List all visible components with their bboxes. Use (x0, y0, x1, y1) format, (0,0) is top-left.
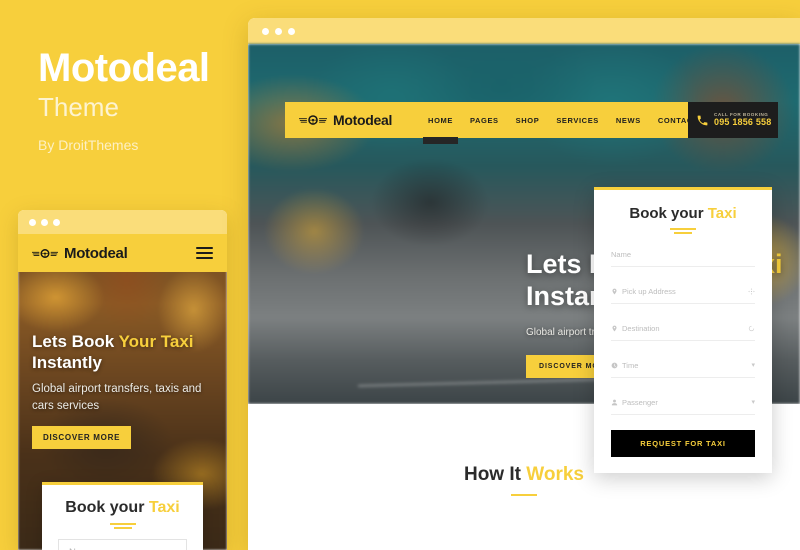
mobile-hero-heading-accent: Your Taxi (118, 332, 194, 351)
desktop-logo-text: Motodeal (333, 112, 393, 128)
booking-field-name[interactable]: Name (611, 242, 755, 267)
promo-subtitle: Theme (38, 92, 119, 122)
desktop-viewport: Motodeal HOME PAGES SHOP SERVICES NEWS C… (248, 44, 800, 550)
desktop-booking-title-part1: Book your (629, 205, 708, 222)
mobile-browser-chrome (18, 210, 227, 234)
desktop-title-divider (670, 228, 696, 234)
map-pin-icon (612, 288, 617, 294)
chevron-down-icon[interactable]: ▾ (751, 398, 755, 406)
map-pin-icon (612, 325, 617, 331)
desktop-nav-menu: HOME PAGES SHOP SERVICES NEWS CONTACT (423, 105, 698, 144)
circle-icon[interactable] (748, 325, 755, 332)
promo-title: Motodeal (38, 46, 210, 90)
mobile-hero-heading-part2: Instantly (32, 352, 102, 372)
call-text-block: CALL FOR BOOKING 095 1856 558 (714, 112, 771, 129)
desktop-booking-card: Book your Taxi Name Pick up Address Dest… (594, 187, 772, 473)
booking-field-name-label: Name (611, 250, 631, 259)
mobile-booking-title-part1: Book your (65, 499, 149, 516)
desktop-logo[interactable]: Motodeal (299, 112, 392, 128)
user-icon (611, 399, 618, 405)
mobile-booking-title-accent: Taxi (148, 499, 180, 516)
how-it-works-divider (511, 494, 537, 496)
mobile-navbar: Motodeal (18, 234, 227, 272)
promo-byline: By DroitThemes (38, 137, 139, 154)
chevron-down-icon[interactable]: ▾ (751, 361, 755, 369)
nav-item-home[interactable]: HOME (423, 105, 458, 144)
call-for-booking-block[interactable]: CALL FOR BOOKING 095 1856 558 (688, 102, 778, 138)
mobile-hero-heading: Lets Book Your Taxi Instantly (32, 332, 213, 373)
booking-field-pickup-label: Pick up Address (611, 287, 676, 296)
booking-field-time-placeholder: Time (622, 360, 639, 370)
desktop-booking-title-accent: Taxi (707, 205, 737, 222)
booking-field-passenger-label: Passenger (611, 398, 658, 407)
mobile-logo[interactable]: Motodeal (32, 244, 128, 262)
mobile-mockup: Motodeal Lets Book Your Taxi Instantly G… (18, 210, 227, 550)
booking-field-name-placeholder: Name (611, 249, 632, 259)
mobile-hero-heading-part1: Lets Book (32, 332, 119, 351)
booking-field-passenger[interactable]: Passenger ▾ (611, 390, 755, 415)
booking-field-destination-label: Destination (611, 324, 660, 333)
hamburger-menu-icon[interactable] (196, 247, 213, 259)
chrome-dot-icon[interactable] (288, 27, 295, 35)
how-it-works-title-accent: Works (526, 464, 584, 485)
booking-field-destination[interactable]: Destination (611, 316, 755, 341)
booking-field-pickup[interactable]: Pick up Address (611, 279, 755, 304)
booking-field-destination-placeholder: Destination (622, 323, 660, 333)
mobile-hero: Lets Book Your Taxi Instantly Global air… (32, 332, 213, 449)
call-phone-number: 095 1856 558 (714, 117, 772, 128)
nav-item-services[interactable]: SERVICES (556, 105, 599, 136)
clock-icon (611, 362, 618, 368)
desktop-booking-title: Book your Taxi (611, 205, 755, 222)
booking-field-time[interactable]: Time ▾ (611, 353, 755, 378)
crosshair-icon[interactable] (748, 287, 755, 295)
mobile-discover-more-button[interactable]: DISCOVER MORE (32, 425, 132, 449)
mobile-field-name[interactable]: Name (58, 539, 187, 550)
nav-item-news[interactable]: NEWS (616, 105, 641, 136)
promo-block: Motodeal Theme By DroitThemes (38, 48, 253, 153)
mobile-logo-text: Motodeal (64, 244, 128, 262)
nav-item-pages[interactable]: PAGES (470, 105, 499, 136)
chrome-dot-icon[interactable] (41, 218, 48, 226)
motodeal-winged-wheel-logo-icon (299, 115, 327, 125)
chrome-dot-icon[interactable] (29, 218, 36, 226)
mobile-field-name-placeholder: Name (69, 547, 94, 550)
desktop-navbar: Motodeal HOME PAGES SHOP SERVICES NEWS C… (285, 102, 699, 144)
mobile-viewport: Motodeal Lets Book Your Taxi Instantly G… (18, 234, 227, 550)
motodeal-winged-wheel-logo-icon (32, 248, 58, 258)
chrome-dot-icon[interactable] (275, 27, 282, 35)
booking-field-passenger-placeholder: Passenger (622, 397, 658, 407)
mobile-title-divider (109, 523, 136, 529)
how-it-works-title-part1: How It (463, 464, 527, 485)
chrome-dot-icon[interactable] (262, 27, 269, 35)
mobile-hero-subtext: Global airport transfers, taxis and cars… (32, 383, 202, 413)
phone-icon (697, 115, 708, 125)
mobile-booking-card: Book your Taxi Name (42, 482, 203, 550)
request-for-taxi-button[interactable]: REQUEST FOR TAXI (611, 430, 755, 457)
desktop-browser-chrome (248, 18, 800, 44)
mobile-booking-title: Book your Taxi (58, 499, 187, 517)
booking-field-time-label: Time (611, 361, 638, 370)
nav-item-shop[interactable]: SHOP (516, 105, 540, 136)
desktop-mockup: Motodeal HOME PAGES SHOP SERVICES NEWS C… (248, 18, 800, 550)
booking-field-pickup-placeholder: Pick up Address (622, 286, 676, 296)
chrome-dot-icon[interactable] (53, 218, 60, 226)
